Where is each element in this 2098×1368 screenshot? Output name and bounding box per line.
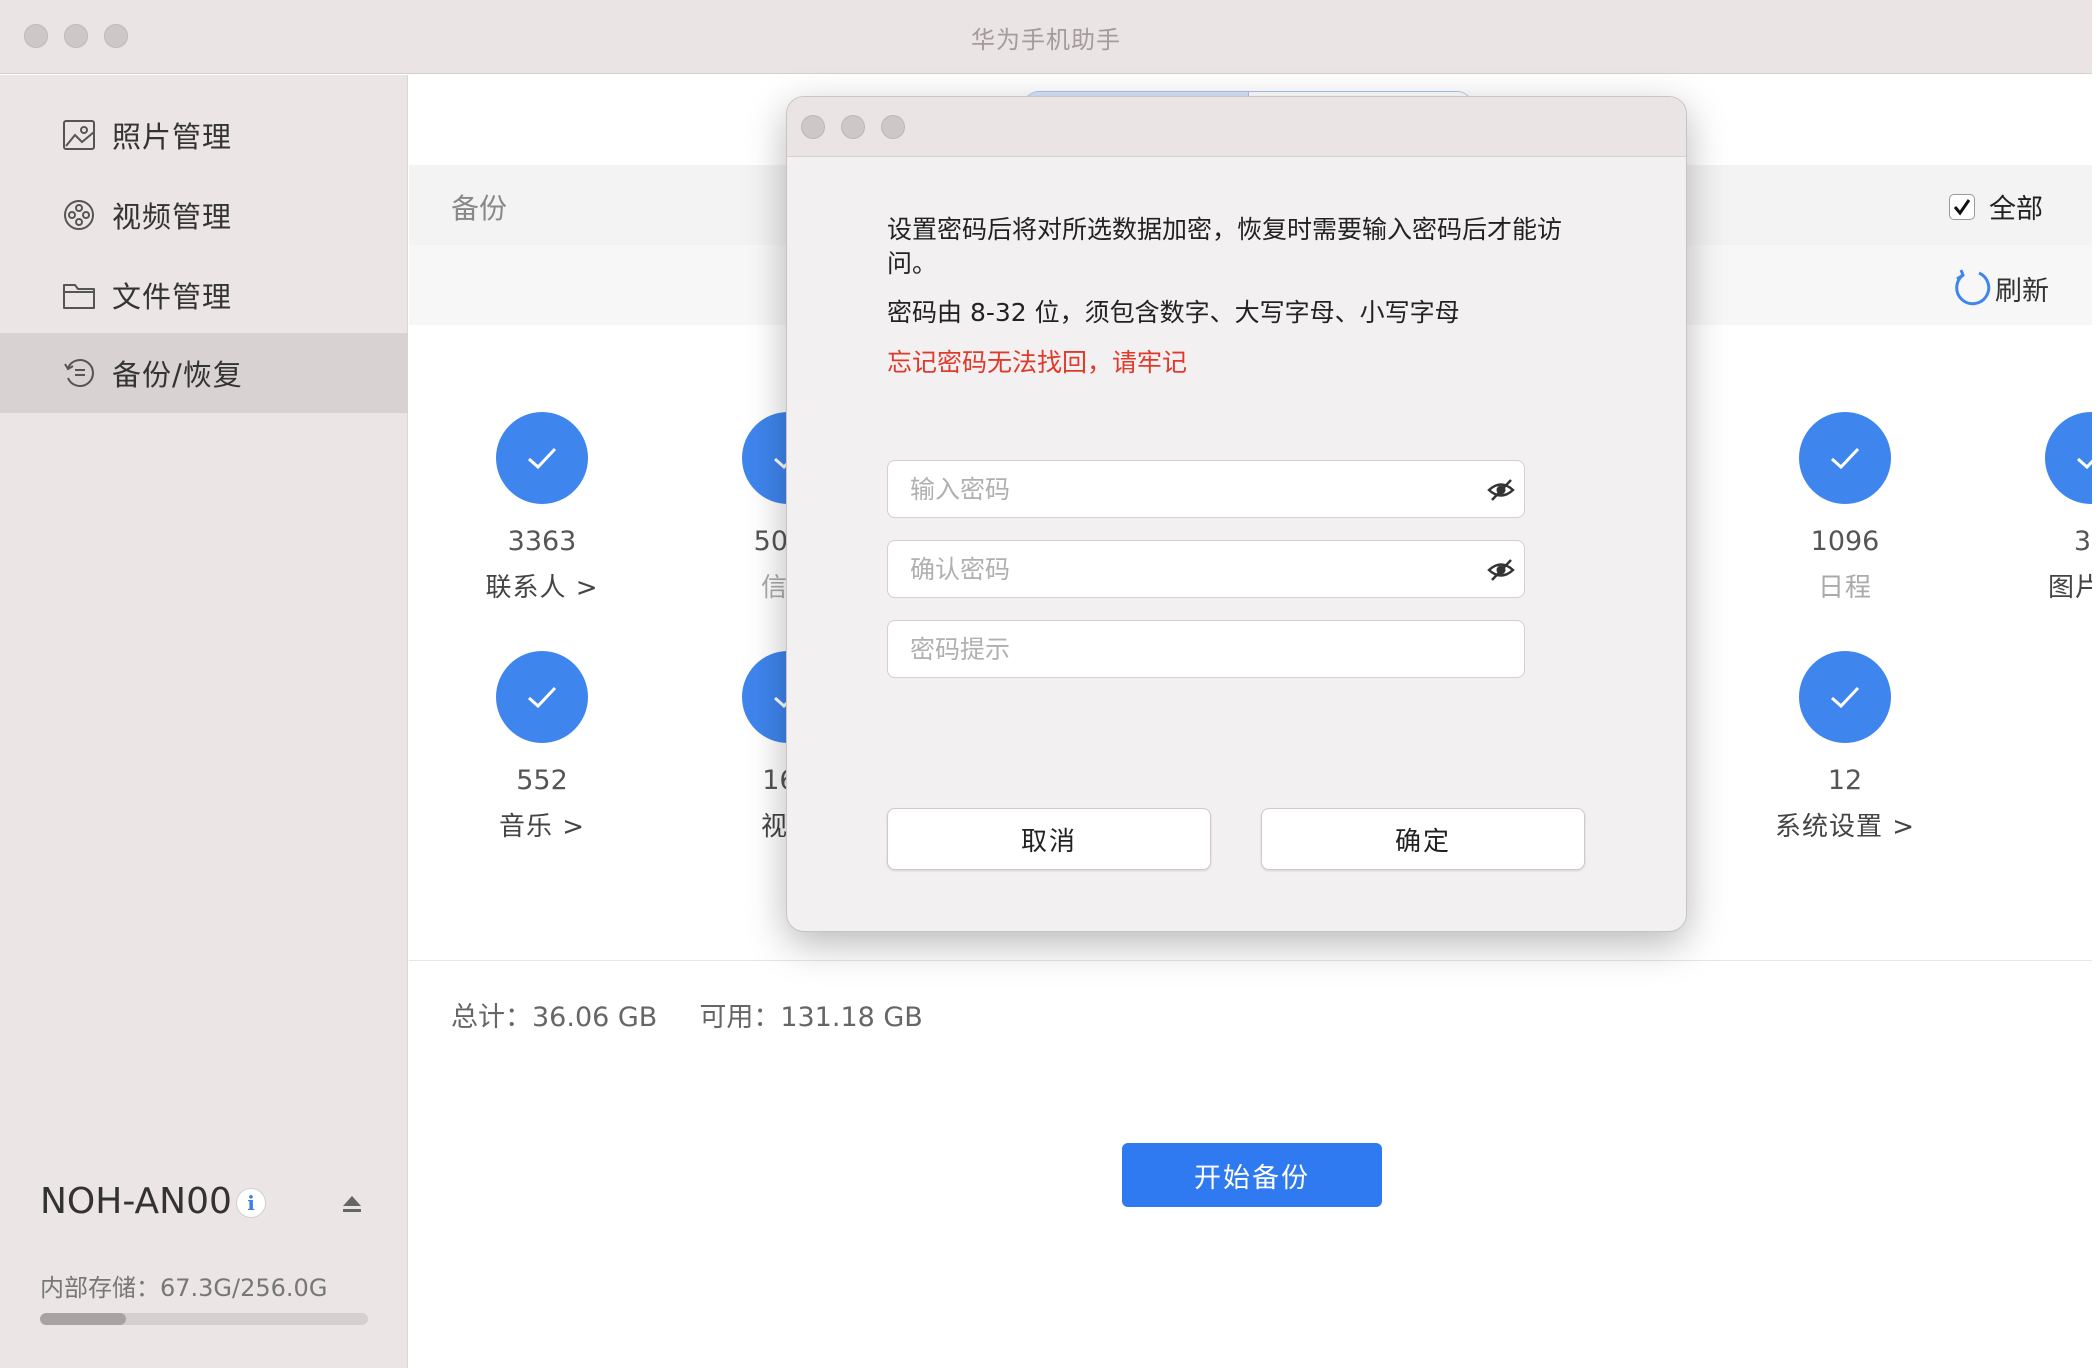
- dialog-title-bar: [787, 97, 1686, 157]
- cancel-button[interactable]: 取消: [887, 808, 1211, 870]
- sidebar-item-label: 照片管理: [112, 120, 233, 154]
- total-size: 总计：36.06 GB: [451, 1002, 658, 1033]
- check-circle-icon[interactable]: [2045, 412, 2092, 504]
- confirm-password-input[interactable]: [888, 541, 1524, 597]
- check-circle-icon[interactable]: [496, 412, 588, 504]
- storage-totals: 总计：36.06 GB 可用：131.18 GB: [451, 995, 923, 1034]
- sidebar-item-backup-restore[interactable]: 备份/恢复: [0, 333, 408, 413]
- backup-restore-icon: [64, 359, 94, 387]
- category-label[interactable]: 联系人 >: [442, 567, 642, 604]
- dialog-close-button[interactable]: [801, 115, 825, 139]
- dialog-zoom-button[interactable]: [881, 115, 905, 139]
- sidebar: 照片管理 视频管理 文件管理 备份/恢复 NOH-AN00 i 内部存储：67.…: [0, 75, 408, 1368]
- sidebar-item-label: 备份/恢复: [112, 358, 243, 392]
- storage-progress-fill: [40, 1313, 127, 1325]
- eye-off-icon[interactable]: [1486, 557, 1516, 583]
- category-music[interactable]: 552 音乐 >: [442, 651, 642, 843]
- category-count: 1096: [1810, 526, 1880, 557]
- info-icon[interactable]: i: [236, 1188, 266, 1218]
- password-rule: 密码由 8-32 位，须包含数字、大写字母、小写字母: [887, 298, 1460, 327]
- category-count: 12: [1827, 765, 1863, 796]
- password-warning: 忘记密码无法找回，请牢记: [887, 348, 1188, 377]
- folder-icon: [63, 284, 95, 309]
- sidebar-item-label: 文件管理: [112, 280, 233, 314]
- check-circle-icon[interactable]: [1799, 651, 1891, 743]
- divider: [409, 960, 2092, 961]
- sidebar-item-photos[interactable]: 照片管理: [0, 95, 408, 175]
- password-input[interactable]: [888, 461, 1524, 517]
- password-hint-field[interactable]: [887, 620, 1525, 678]
- password-hint-input[interactable]: [888, 621, 1524, 677]
- dialog-description: 设置密码后将对所选数据加密，恢复时需要输入密码后才能访问。: [887, 215, 1563, 278]
- select-all-label: 全部: [1989, 194, 2043, 225]
- device-name: NOH-AN00: [40, 1181, 232, 1222]
- confirm-button[interactable]: 确定: [1261, 808, 1585, 870]
- film-reel-icon: [64, 200, 94, 230]
- category-label: 日程: [1817, 573, 1872, 603]
- eye-off-icon[interactable]: [1486, 477, 1516, 503]
- refresh-icon: [1955, 269, 1991, 306]
- sidebar-item-videos[interactable]: 视频管理: [0, 175, 408, 255]
- category-count: 30: [2073, 526, 2092, 557]
- eject-icon[interactable]: [340, 1192, 364, 1216]
- available-size: 可用：131.18 GB: [699, 1002, 923, 1033]
- checkmark-icon: [1953, 198, 1971, 215]
- category-label[interactable]: 音乐 >: [442, 806, 642, 843]
- category-pictures[interactable]: 30 图片 >: [1991, 412, 2092, 604]
- check-circle-icon[interactable]: [1799, 412, 1891, 504]
- category-calendar[interactable]: 1096 日程: [1745, 412, 1945, 604]
- screen-edge: [2092, 0, 2098, 1368]
- title-bar: 华为手机助手: [0, 0, 2092, 74]
- password-field[interactable]: [887, 460, 1525, 518]
- category-label[interactable]: 图片 >: [1991, 567, 2092, 604]
- dialog-minimize-button[interactable]: [841, 115, 865, 139]
- select-all-checkbox[interactable]: 全部: [1949, 187, 2043, 226]
- window-title: 华为手机助手: [971, 26, 1121, 54]
- storage-label: 内部存储：67.3G/256.0G: [40, 1274, 328, 1302]
- sidebar-item-files[interactable]: 文件管理: [0, 255, 408, 335]
- category-count: 3363: [507, 526, 577, 557]
- refresh-button[interactable]: 刷新: [1949, 267, 2049, 309]
- category-count: 552: [516, 765, 568, 796]
- checkbox-box[interactable]: [1949, 193, 1975, 220]
- section-title: 备份: [451, 192, 508, 225]
- photo-icon: [63, 120, 95, 150]
- check-circle-icon[interactable]: [496, 651, 588, 743]
- refresh-label: 刷新: [1995, 275, 2049, 307]
- confirm-password-field[interactable]: [887, 540, 1525, 598]
- set-password-dialog: 设置密码后将对所选数据加密，恢复时需要输入密码后才能访问。 密码由 8-32 位…: [786, 96, 1687, 932]
- category-system-settings[interactable]: 12 系统设置 >: [1745, 651, 1945, 843]
- storage-progress-bar: [40, 1313, 368, 1325]
- sidebar-item-label: 视频管理: [112, 200, 233, 234]
- category-label[interactable]: 系统设置 >: [1745, 806, 1945, 843]
- category-contacts[interactable]: 3363 联系人 >: [442, 412, 642, 604]
- start-backup-button[interactable]: 开始备份: [1122, 1143, 1382, 1207]
